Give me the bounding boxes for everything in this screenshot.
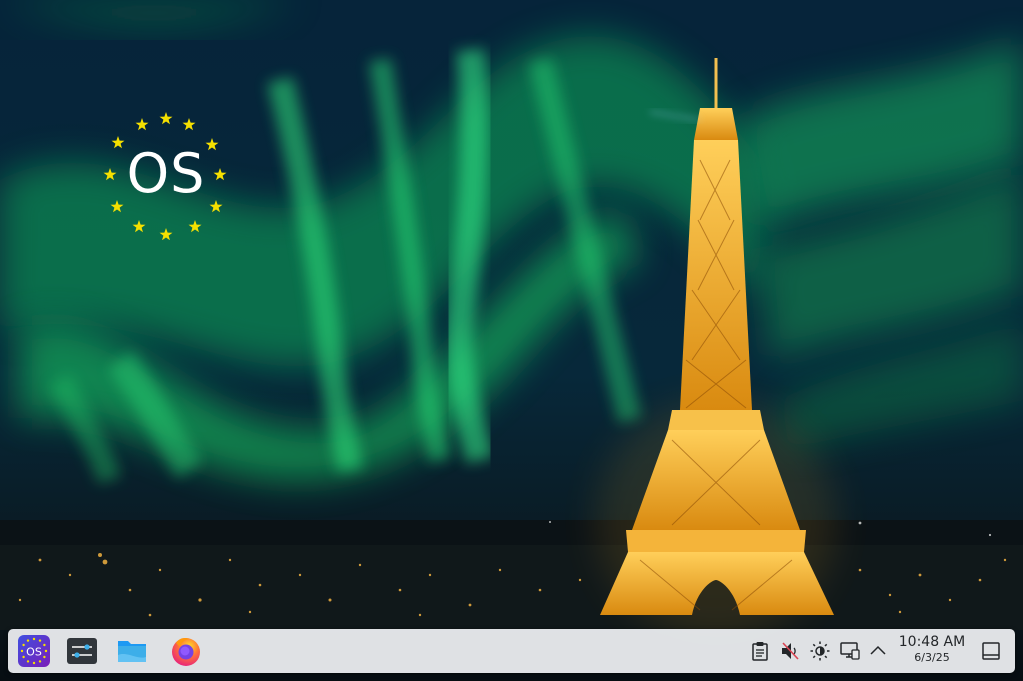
system-settings-button[interactable] (66, 635, 98, 667)
show-desktop-button[interactable] (980, 640, 1002, 662)
brightness-button[interactable] (809, 640, 831, 662)
volume-muted-icon (782, 642, 799, 660)
launcher-label: OS (26, 646, 42, 659)
volume-button[interactable] (779, 640, 801, 662)
os-launcher-icon: OS (18, 635, 50, 667)
clock-time: 10:48 AM (898, 634, 966, 650)
chevron-up-icon (870, 645, 886, 655)
firefox-icon (172, 638, 200, 666)
show-desktop-icon (982, 642, 1000, 660)
file-manager-button[interactable] (116, 635, 148, 667)
clipboard-icon (752, 642, 768, 661)
city-lights (0, 520, 1023, 630)
wallpaper (0, 0, 1023, 681)
clock-date: 6/3/25 (914, 651, 950, 664)
file-manager-icon (118, 641, 146, 662)
brightness-icon (810, 641, 830, 661)
desktop: OS OS 10:48 AM 6/3/25 (0, 0, 1023, 681)
clipboard-button[interactable] (749, 640, 771, 662)
application-launcher-button[interactable]: OS (18, 635, 50, 667)
network-button[interactable] (839, 640, 861, 662)
logo-text: OS (126, 142, 206, 205)
system-tray-expander-button[interactable] (867, 640, 889, 662)
os-logo: OS (100, 108, 232, 240)
digital-clock[interactable]: 10:48 AM 6/3/25 (892, 633, 972, 669)
system-settings-icon (67, 638, 97, 664)
taskbar: OS 10:48 AM 6/3/25 (8, 629, 1015, 673)
firefox-button[interactable] (170, 635, 202, 667)
network-icon (840, 642, 860, 660)
